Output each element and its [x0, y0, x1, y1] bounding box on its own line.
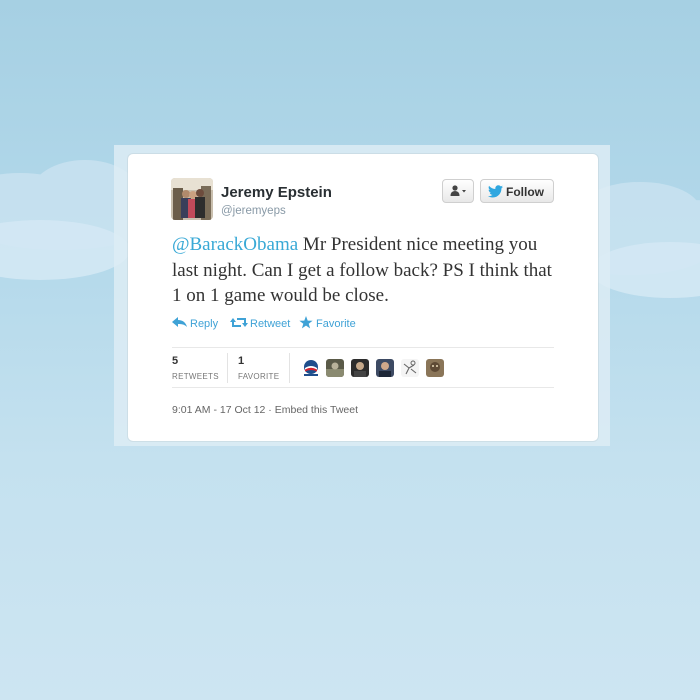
star-icon [299, 316, 313, 329]
favoriter-avatar[interactable] [351, 359, 369, 377]
divider [172, 387, 554, 388]
stats-divider [289, 353, 290, 383]
tweet-meta: 9:01 AM - 17 Oct 12 · Embed this Tweet [172, 404, 358, 416]
retweet-icon [230, 318, 248, 327]
retweet-label: Retweet [250, 318, 291, 330]
favoriter-avatar[interactable] [376, 359, 394, 377]
favoriter-avatar[interactable] [302, 359, 320, 377]
user-actions-button[interactable] [442, 179, 474, 203]
favorite-count[interactable]: 1 [238, 355, 244, 367]
follow-label: Follow [506, 185, 544, 199]
favorite-count-label[interactable]: FAVORITE [238, 372, 279, 381]
retweet-count-label[interactable]: RETWEETS [172, 372, 219, 381]
reply-icon [172, 317, 187, 327]
author-name[interactable]: Jeremy Epstein [221, 184, 332, 201]
embed-link[interactable]: Embed this Tweet [275, 404, 358, 416]
favoriter-avatar[interactable] [426, 359, 444, 377]
obama-logo-avatar-icon [302, 359, 320, 377]
divider [172, 347, 554, 348]
mention-link[interactable]: @BarackObama [172, 234, 298, 255]
photo-avatar-icon [426, 359, 444, 377]
retweet-count[interactable]: 5 [172, 355, 178, 367]
reply-label: Reply [190, 318, 219, 330]
favorite-label: Favorite [316, 318, 356, 330]
author-handle[interactable]: @jeremyeps [221, 205, 286, 217]
favoriter-avatar[interactable] [401, 359, 419, 377]
sketch-avatar-icon [401, 359, 419, 377]
tweet-text: @BarackObama Mr President nice meeting y… [172, 232, 562, 309]
follow-button[interactable]: Follow [480, 179, 554, 203]
tweet-card: Jeremy Epstein @jeremyeps Follow @Barack… [128, 154, 598, 441]
author-avatar[interactable] [171, 178, 213, 220]
person-dropdown-icon [450, 185, 466, 196]
photo-avatar-icon [376, 359, 394, 377]
timestamp-link[interactable]: 9:01 AM - 17 Oct 12 [172, 404, 265, 416]
photo-avatar-icon [326, 359, 344, 377]
meta-separator: · [265, 404, 275, 416]
twitter-bird-icon [488, 185, 503, 198]
favoriter-avatar[interactable] [326, 359, 344, 377]
stats-divider [227, 353, 228, 383]
profile-photo-icon [171, 178, 213, 220]
photo-avatar-icon [351, 359, 369, 377]
